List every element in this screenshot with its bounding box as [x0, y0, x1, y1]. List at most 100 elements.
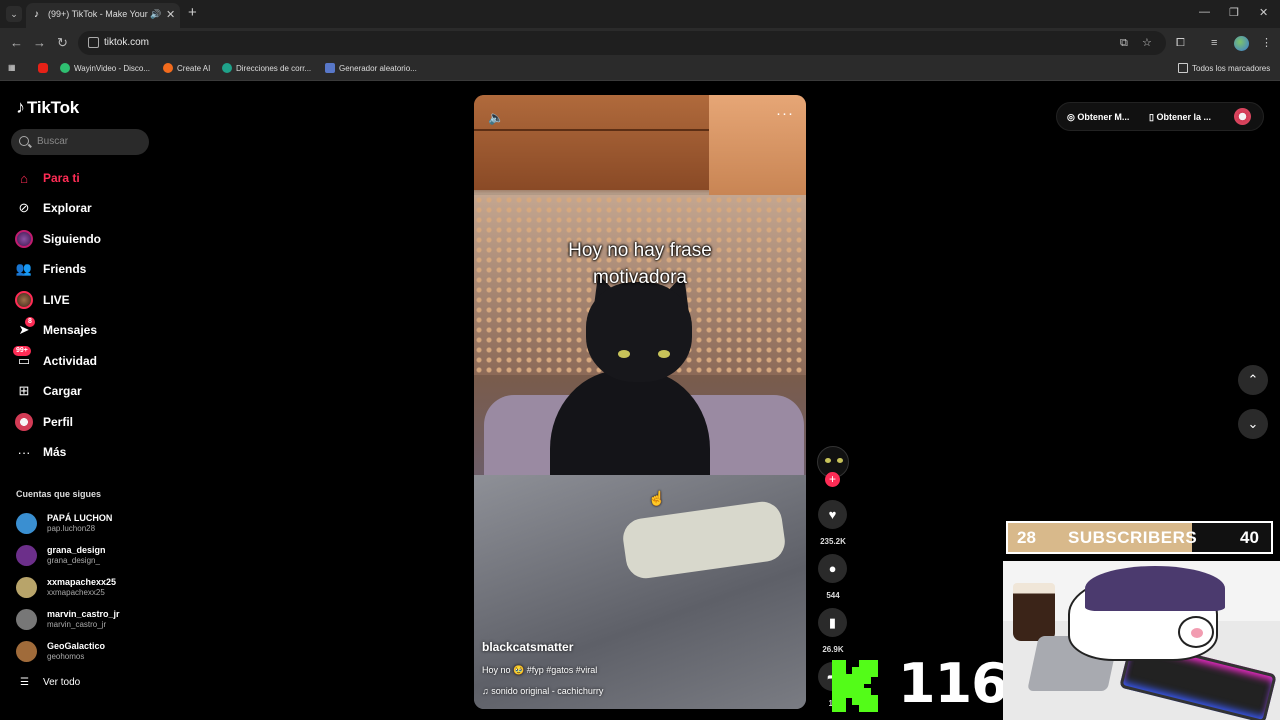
- nav-mensajes[interactable]: ➤ 8 Mensajes: [15, 317, 155, 341]
- tiktok-logo[interactable]: ♪ TikTok: [16, 97, 79, 118]
- browser-tab-active[interactable]: ♪ (99+) TikTok - Make Your Day 🔊 ✕: [26, 3, 180, 28]
- browser-profile-avatar[interactable]: [1234, 36, 1249, 51]
- subscriber-goal: 40: [1240, 528, 1259, 547]
- mail-icon: [222, 63, 232, 73]
- create-ai-icon: [163, 63, 173, 73]
- site-info-icon[interactable]: [88, 37, 99, 48]
- tab-search-button[interactable]: ⌄: [6, 6, 22, 22]
- nav-mas[interactable]: ··· Más: [15, 441, 155, 463]
- overlay-text-line: motivadora: [593, 267, 687, 288]
- following-account[interactable]: GeoGalactico geohomos: [16, 639, 156, 665]
- cam-mug: [1013, 583, 1055, 641]
- generator-icon: [325, 63, 335, 73]
- volume-icon[interactable]: 🔈: [488, 110, 504, 126]
- nav-label: Siguiendo: [43, 232, 101, 246]
- user-avatar[interactable]: [1234, 108, 1251, 125]
- list-icon: ☰: [20, 677, 29, 688]
- following-account[interactable]: grana_design grana_design_: [16, 543, 156, 569]
- youtube-bookmark[interactable]: [38, 63, 52, 73]
- following-account[interactable]: xxmapachexx25 xxmapachexx25: [16, 575, 156, 601]
- like-count: 235.2K: [820, 537, 846, 546]
- browser-tabstrip: ⌄ ♪ (99+) TikTok - Make Your Day 🔊 ✕ + —…: [0, 0, 1280, 28]
- video-drawer-bg: [474, 95, 714, 190]
- install-app-icon[interactable]: ⧉: [1120, 36, 1128, 50]
- following-account[interactable]: PAPÁ LUCHON pap.luchon28: [16, 511, 156, 537]
- nav-label: Perfil: [43, 415, 74, 429]
- nav-siguiendo[interactable]: Siguiendo: [15, 228, 155, 250]
- bookmark-generador[interactable]: Generador aleatorio...: [325, 63, 417, 73]
- account-handle: geohomos: [47, 652, 85, 661]
- top-actions-pill: ◎ Obtener M... ▯ Obtener la ...: [1056, 102, 1264, 131]
- avatar: [16, 609, 37, 630]
- close-window-button[interactable]: ✕: [1259, 6, 1268, 19]
- nav-label: Más: [43, 445, 67, 459]
- tab-close-icon[interactable]: ✕: [166, 8, 175, 21]
- comment-button[interactable]: ●: [818, 554, 847, 583]
- bookmark-star-icon[interactable]: ☆: [1142, 36, 1152, 50]
- save-count: 26.9K: [822, 645, 844, 654]
- next-video-button[interactable]: ⌄: [1238, 409, 1268, 439]
- webcam-overlay: [1003, 561, 1280, 720]
- comment-icon: ●: [828, 561, 837, 576]
- nav-friends[interactable]: 👥 Friends: [15, 258, 155, 280]
- following-account[interactable]: marvin_castro_jr marvin_castro_jr: [16, 607, 156, 633]
- see-all-label: Ver todo: [42, 677, 81, 688]
- menu-kebab-icon[interactable]: ⋮: [1261, 36, 1272, 50]
- bookmark-label: Direcciones de corr...: [236, 64, 312, 73]
- bookmark-create-ai[interactable]: Create AI: [163, 63, 210, 73]
- apps-grid-icon[interactable]: ▦: [8, 63, 16, 72]
- chevron-down-icon: ⌄: [1247, 416, 1259, 431]
- address-bar[interactable]: tiktok.com: [78, 31, 1166, 55]
- account-name: PAPÁ LUCHON: [47, 513, 113, 523]
- new-tab-button[interactable]: +: [188, 5, 197, 21]
- following-section-title: Cuentas que sigues: [16, 489, 102, 499]
- video-more-icon[interactable]: ···: [776, 105, 794, 122]
- see-all-button[interactable]: ☰ Ver todo: [20, 677, 80, 688]
- bookmark-label: Generador aleatorio...: [339, 64, 417, 73]
- reload-icon[interactable]: ↻: [57, 35, 68, 51]
- bookmark-wayinvideo[interactable]: WayinVideo - Disco...: [60, 63, 150, 73]
- get-coins-label: Obtener M...: [1077, 112, 1130, 122]
- bookmark-direcciones[interactable]: Direcciones de corr...: [222, 63, 311, 73]
- upload-icon: ⊞: [18, 383, 30, 398]
- back-icon[interactable]: ←: [10, 35, 23, 51]
- like-button[interactable]: ♥: [818, 500, 847, 529]
- live-avatar-icon: [15, 291, 33, 309]
- save-button[interactable]: ▮: [818, 608, 847, 637]
- music-note-icon: ♫: [482, 686, 492, 696]
- nav-para-ti[interactable]: ⌂ Para ti: [15, 167, 155, 189]
- cat-head: [586, 282, 692, 382]
- minimize-button[interactable]: —: [1199, 6, 1210, 18]
- all-bookmarks-folder[interactable]: Todos los marcadores: [1178, 63, 1270, 73]
- forward-icon[interactable]: →: [33, 35, 46, 51]
- cam-character-hat: [1085, 566, 1225, 611]
- friends-icon: 👥: [15, 261, 33, 276]
- overlay-text-line: Hoy no hay frase: [568, 240, 712, 261]
- kick-logo-icon: [832, 660, 878, 712]
- nav-cargar[interactable]: ⊞ Cargar: [15, 380, 155, 402]
- restore-button[interactable]: ❐: [1229, 6, 1239, 19]
- nav-label: Actividad: [43, 354, 98, 368]
- extensions-icon[interactable]: ⧠: [1176, 36, 1185, 50]
- get-coins-button[interactable]: ◎ Obtener M...: [1067, 112, 1129, 123]
- media-controls-icon[interactable]: ≡: [1211, 36, 1217, 50]
- nav-explorar[interactable]: ⊘ Explorar: [15, 197, 155, 219]
- search-input[interactable]: Buscar: [11, 129, 149, 155]
- profile-avatar-icon: [15, 413, 33, 431]
- get-app-button[interactable]: ▯ Obtener la ...: [1149, 112, 1211, 123]
- bookmark-label: WayinVideo - Disco...: [74, 64, 151, 73]
- mouse-cursor-icon: ☝: [648, 490, 666, 506]
- nav-live[interactable]: LIVE: [15, 289, 155, 311]
- tab-audio-icon[interactable]: 🔊: [150, 9, 161, 20]
- nav-actividad[interactable]: ▭ 99+ Actividad: [13, 346, 155, 372]
- account-handle: pap.luchon28: [47, 524, 96, 533]
- follow-plus-button[interactable]: +: [825, 472, 840, 487]
- video-player[interactable]: Hoy no hay frase motivadora 🔈 ··· blackc…: [474, 95, 806, 709]
- heart-icon: ♥: [828, 507, 837, 522]
- video-username[interactable]: blackcatsmatter: [482, 640, 573, 654]
- video-sound[interactable]: ♫ sonido original - cachichurry: [482, 686, 603, 696]
- browser-toolbar: ← → ↻ tiktok.com ⧉ ☆ ⧠ ≡ ⋮: [0, 28, 1280, 58]
- nav-perfil[interactable]: Perfil: [15, 411, 155, 433]
- previous-video-button[interactable]: ⌃: [1238, 365, 1268, 395]
- account-name: xxmapachexx25: [47, 577, 117, 587]
